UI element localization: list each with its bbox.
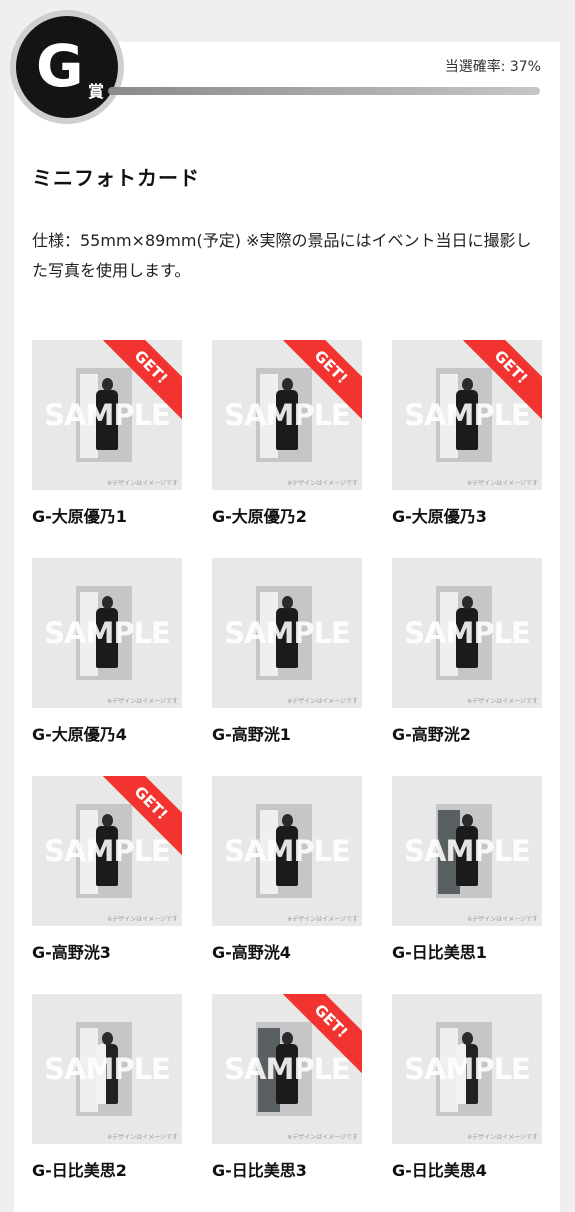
design-note: ※デザインはイメージです: [107, 480, 178, 487]
card-label: G-日比美思2: [32, 1161, 127, 1180]
photo-card-item[interactable]: SAMPLE ※デザインはイメージです GET!: [392, 340, 542, 490]
win-rate: 当選確率: 37%: [444, 59, 541, 75]
design-note: ※デザインはイメージです: [107, 698, 178, 705]
sample-watermark: SAMPLE: [44, 616, 171, 650]
photo-card-item[interactable]: SAMPLE ※デザインはイメージです: [212, 558, 362, 708]
prize-badge-circle: G 賞: [16, 16, 118, 118]
photo-card-item[interactable]: SAMPLE ※デザインはイメージです GET!: [212, 994, 362, 1144]
win-rate-bar: [108, 87, 540, 95]
photo-fig-head: [282, 1032, 293, 1045]
design-note: ※デザインはイメージです: [107, 916, 178, 923]
card-label: G-日比美思4: [392, 1161, 487, 1180]
prize-title: ミニフォトカード: [32, 166, 200, 190]
card-label: G-高野洸2: [392, 725, 471, 744]
sample-watermark: SAMPLE: [44, 398, 171, 432]
card-label: G-日比美思3: [212, 1161, 307, 1180]
sample-watermark: SAMPLE: [224, 616, 351, 650]
sample-watermark: SAMPLE: [44, 834, 171, 868]
card-label: G-大原優乃4: [32, 725, 127, 744]
prize-spec: 仕様：55mm×89mm(予定) ※実際の景品にはイベント当日に撮影した写真を使…: [32, 231, 532, 280]
photo-fig-head: [462, 378, 473, 391]
card-label: G-日比美思1: [392, 943, 487, 962]
photo-card-item[interactable]: SAMPLE ※デザインはイメージです GET!: [212, 340, 362, 490]
sample-watermark: SAMPLE: [404, 1052, 531, 1086]
photo-card-item[interactable]: SAMPLE ※デザインはイメージです: [392, 558, 542, 708]
photo-fig-head: [102, 596, 113, 609]
card-label: G-高野洸3: [32, 943, 111, 962]
photo-fig-head: [282, 596, 293, 609]
design-note: ※デザインはイメージです: [467, 698, 538, 705]
photo-fig-head: [282, 378, 293, 391]
photo-card-item[interactable]: SAMPLE ※デザインはイメージです: [212, 776, 362, 926]
photo-fig-head: [102, 814, 113, 827]
prize-badge: G 賞: [10, 10, 124, 124]
photo-card-item[interactable]: SAMPLE ※デザインはイメージです: [392, 994, 542, 1144]
design-note: ※デザインはイメージです: [287, 1134, 358, 1141]
photo-card-item[interactable]: SAMPLE ※デザインはイメージです: [392, 776, 542, 926]
design-note: ※デザインはイメージです: [467, 1134, 538, 1141]
sample-watermark: SAMPLE: [224, 1052, 351, 1086]
design-note: ※デザインはイメージです: [287, 480, 358, 487]
sample-watermark: SAMPLE: [404, 616, 531, 650]
prize-suffix: 賞: [88, 82, 105, 101]
photo-card-item[interactable]: SAMPLE ※デザインはイメージです: [32, 558, 182, 708]
photo-fig-head: [102, 1032, 113, 1045]
card-label: G-高野洸1: [212, 725, 291, 744]
photo-fig-head: [462, 596, 473, 609]
photo-fig-head: [102, 378, 113, 391]
card-label: G-大原優乃3: [392, 507, 487, 526]
photo-fig-head: [282, 814, 293, 827]
design-note: ※デザインはイメージです: [107, 1134, 178, 1141]
design-note: ※デザインはイメージです: [287, 916, 358, 923]
prize-letter: G: [36, 32, 84, 100]
photo-card-item[interactable]: SAMPLE ※デザインはイメージです GET!: [32, 776, 182, 926]
sample-watermark: SAMPLE: [44, 1052, 171, 1086]
photo-card-item[interactable]: SAMPLE ※デザインはイメージです: [32, 994, 182, 1144]
photo-card-item[interactable]: SAMPLE ※デザインはイメージです GET!: [32, 340, 182, 490]
card-label: G-大原優乃2: [212, 507, 307, 526]
sample-watermark: SAMPLE: [224, 398, 351, 432]
design-note: ※デザインはイメージです: [467, 916, 538, 923]
photo-fig-head: [462, 1032, 473, 1045]
card-label: G-大原優乃1: [32, 507, 127, 526]
card-label: G-高野洸4: [212, 943, 291, 962]
photo-fig-head: [462, 814, 473, 827]
sample-watermark: SAMPLE: [404, 834, 531, 868]
design-note: ※デザインはイメージです: [287, 698, 358, 705]
sample-watermark: SAMPLE: [404, 398, 531, 432]
sample-watermark: SAMPLE: [224, 834, 351, 868]
design-note: ※デザインはイメージです: [467, 480, 538, 487]
